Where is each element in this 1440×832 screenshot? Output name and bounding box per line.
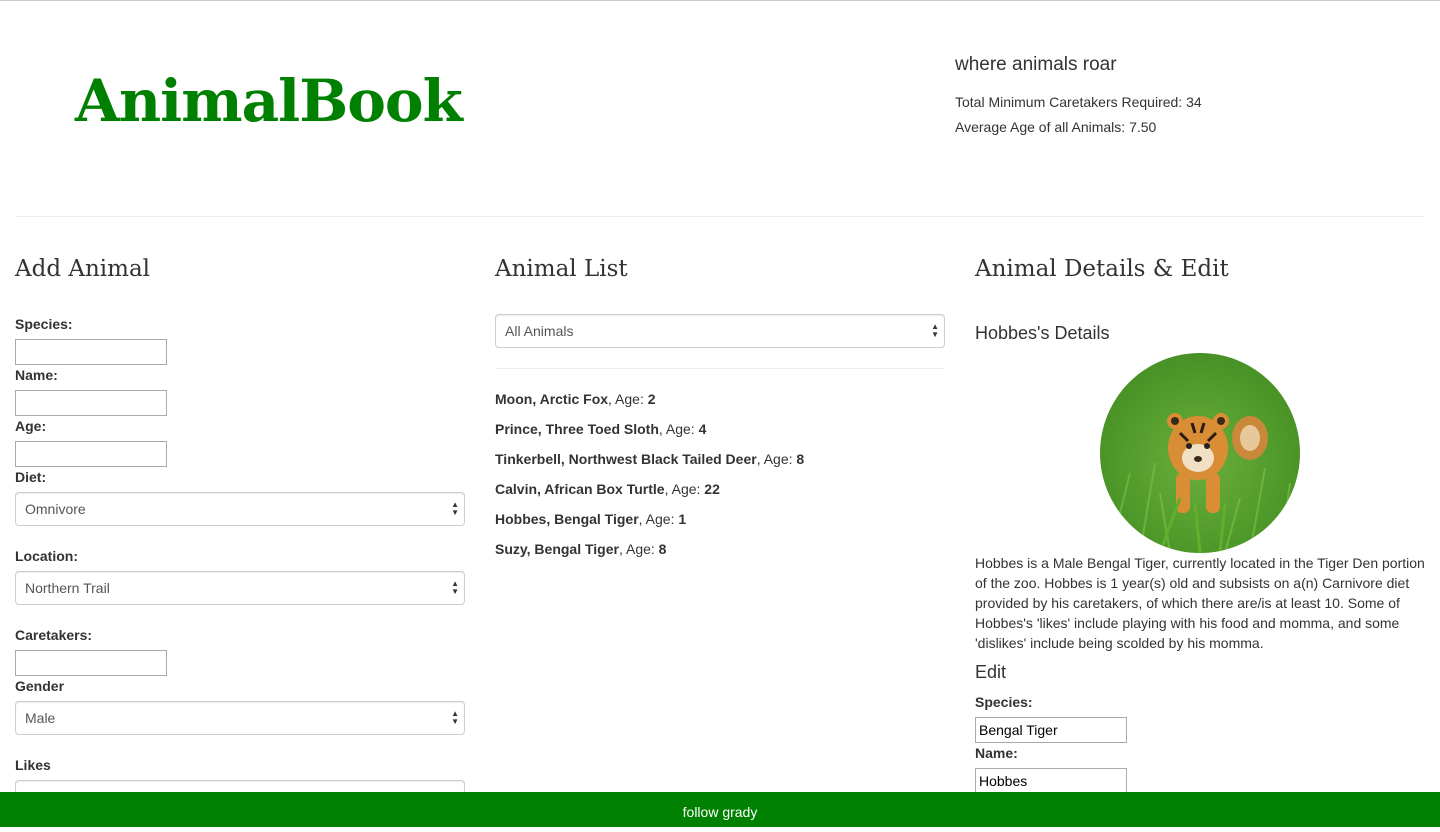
caretakers-input[interactable] [15, 650, 167, 676]
tiger-cub-photo [1100, 353, 1300, 553]
footer-bar: follow grady [0, 792, 1440, 827]
stat-average-age: Average Age of all Animals: 7.50 [955, 119, 1157, 135]
animal-list-item[interactable]: Prince, Three Toed Sloth, Age: 4 [495, 421, 706, 437]
animal-description: Hobbes is a Male Bengal Tiger, currently… [975, 555, 1425, 651]
select-arrows-icon: ▲ ▼ [451, 709, 459, 726]
header-divider [15, 216, 1425, 217]
animal-name-species: Prince, Three Toed Sloth [495, 421, 659, 437]
animal-list-item[interactable]: Calvin, African Box Turtle, Age: 22 [495, 481, 720, 497]
species-label: Species: [15, 316, 73, 332]
animal-name-species: Moon, Arctic Fox [495, 391, 609, 407]
animal-name-species: Calvin, African Box Turtle [495, 481, 665, 497]
list-divider [495, 368, 945, 369]
edit-name-input[interactable] [975, 768, 1127, 794]
select-arrows-icon: ▲ ▼ [931, 322, 939, 339]
animal-list-title: Animal List [495, 256, 628, 282]
name-label: Name: [15, 367, 58, 383]
gender-label: Gender [15, 678, 65, 694]
age-label: Age: [15, 418, 47, 434]
gender-select[interactable]: Male ▲ ▼ [15, 701, 465, 735]
age-prefix: , Age: [756, 451, 797, 467]
location-select[interactable]: Northern Trail ▲ ▼ [15, 571, 465, 605]
age-prefix: , Age: [608, 391, 648, 407]
age-prefix: , Age: [658, 421, 699, 437]
animal-age: 2 [647, 391, 656, 407]
age-input[interactable] [15, 441, 167, 467]
gender-select-value: Male [25, 710, 56, 726]
stat-min-caretakers: Total Minimum Caretakers Required: 34 [955, 94, 1202, 110]
age-prefix: , Age: [638, 511, 679, 527]
age-prefix: , Age: [618, 541, 659, 557]
edit-species-label: Species: [975, 694, 1033, 710]
species-input[interactable] [15, 339, 167, 365]
edit-species-input[interactable] [975, 717, 1127, 743]
animal-age: 8 [658, 541, 667, 557]
select-arrows-icon: ▲ ▼ [451, 500, 459, 517]
caretakers-label: Caretakers: [15, 627, 93, 643]
animal-details-title: Animal Details & Edit [975, 256, 1229, 282]
animal-filter-value: All Animals [505, 323, 574, 339]
location-select-value: Northern Trail [25, 580, 110, 596]
edit-heading: Edit [975, 662, 1007, 682]
animal-list-item[interactable]: Tinkerbell, Northwest Black Tailed Deer,… [495, 451, 804, 467]
animal-age: 8 [796, 451, 805, 467]
diet-label: Diet: [15, 469, 47, 485]
tagline: where animals roar [955, 54, 1117, 75]
animal-name-species: Tinkerbell, Northwest Black Tailed Deer [495, 451, 757, 467]
animal-age: 4 [698, 421, 707, 437]
animal-filter-select[interactable]: All Animals ▲ ▼ [495, 314, 945, 348]
animal-name-species: Hobbes, Bengal Tiger [495, 511, 639, 527]
select-arrows-icon: ▲ ▼ [451, 579, 459, 596]
age-prefix: , Age: [664, 481, 705, 497]
app-logo: AnimalBook [75, 67, 463, 135]
follow-link[interactable]: follow grady [683, 804, 758, 820]
likes-label: Likes [15, 757, 51, 773]
location-label: Location: [15, 548, 78, 564]
animal-list-item[interactable]: Moon, Arctic Fox, Age: 2 [495, 391, 656, 407]
name-input[interactable] [15, 390, 167, 416]
animal-age: 1 [678, 511, 687, 527]
tiger-cub-illustration [1109, 413, 1291, 553]
edit-name-label: Name: [975, 745, 1018, 761]
animal-name-species: Suzy, Bengal Tiger [495, 541, 619, 557]
add-animal-title: Add Animal [15, 256, 151, 282]
diet-select-value: Omnivore [25, 501, 86, 517]
animal-list-item[interactable]: Hobbes, Bengal Tiger, Age: 1 [495, 511, 686, 527]
animal-age: 22 [704, 481, 720, 497]
diet-select[interactable]: Omnivore ▲ ▼ [15, 492, 465, 526]
animal-list-item[interactable]: Suzy, Bengal Tiger, Age: 8 [495, 541, 666, 557]
details-heading: Hobbes's Details [975, 323, 1110, 343]
